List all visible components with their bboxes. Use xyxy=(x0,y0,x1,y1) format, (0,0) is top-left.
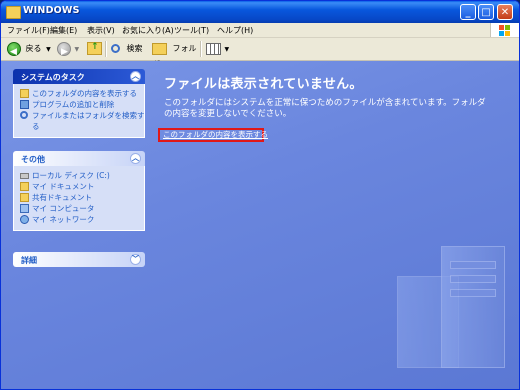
menu-view[interactable]: 表示(V) xyxy=(87,25,115,36)
views-dropdown-icon: ▼ xyxy=(224,46,230,53)
search-button[interactable]: 検索 xyxy=(111,41,149,57)
toolbar-separator xyxy=(200,41,202,57)
computer-tower-watermark-icon xyxy=(441,246,505,368)
search-icon xyxy=(111,44,120,53)
shared-documents-link[interactable]: 共有ドキュメント xyxy=(14,192,144,203)
toolbar-separator xyxy=(105,41,107,57)
my-network-link[interactable]: マイ ネットワーク xyxy=(14,214,144,225)
title-bar[interactable]: WINDOWS _ □ ✕ xyxy=(1,1,519,23)
back-dropdown-icon[interactable]: ▼ xyxy=(46,46,51,53)
up-folder-button[interactable]: ↑ xyxy=(87,41,103,57)
show-folder-contents-link[interactable]: このフォルダの内容を表示する xyxy=(14,88,144,99)
add-remove-programs-link[interactable]: プログラムの追加と削除 xyxy=(14,99,144,110)
place-label: マイ ネットワーク xyxy=(32,215,95,224)
my-documents-link[interactable]: マイ ドキュメント xyxy=(14,181,144,192)
folder-view-icon xyxy=(20,89,29,98)
place-label: マイ ドキュメント xyxy=(32,182,95,191)
task-label: る xyxy=(32,122,40,131)
views-button[interactable]: ▼ xyxy=(206,41,230,57)
place-label: ローカル ディスク (C:) xyxy=(32,171,110,180)
content-area: システムのタスク ︿ このフォルダの内容を表示する プログラムの追加と削除 ファ… xyxy=(1,61,519,389)
menu-edit[interactable]: 編集(E) xyxy=(50,25,77,36)
other-places-pane: その他 ︿ ローカル ディスク (C:) マイ ドキュメント 共有ドキュメント xyxy=(13,151,145,231)
back-label: 戻る xyxy=(25,44,42,53)
page-title: ファイルは表示されていません。 xyxy=(164,77,363,92)
show-folder-contents-main-link[interactable]: このフォルダの内容を表示する xyxy=(158,128,268,142)
task-label: ファイルまたはフォルダを検索す xyxy=(32,111,145,120)
warning-line-2: の内容を変更しないでください。 xyxy=(164,109,292,119)
menu-favorites[interactable]: お気に入り(A) xyxy=(122,25,174,36)
back-button[interactable]: ◀ 戻る ▼ xyxy=(7,41,53,57)
minimize-button[interactable]: _ xyxy=(460,4,476,20)
other-places-title: その他 xyxy=(21,155,45,164)
views-icon xyxy=(206,42,221,55)
collapse-chevron-icon[interactable]: ︿ xyxy=(130,71,141,82)
maximize-button[interactable]: □ xyxy=(478,4,494,20)
search-files-link[interactable]: ファイルまたはフォルダを検索す xyxy=(14,110,145,121)
expand-chevron-icon[interactable]: ﹀ xyxy=(130,254,141,265)
drive-icon xyxy=(20,173,29,179)
menu-help[interactable]: ヘルプ(H) xyxy=(217,25,253,36)
toolbar: ◀ 戻る ▼ ▶ ▼ ↑ 検索 フォルダ ▼ xyxy=(1,38,519,69)
menu-file[interactable]: ファイル(F) xyxy=(7,25,50,36)
place-label: マイ コンピュータ xyxy=(32,204,95,213)
folders-icon xyxy=(152,42,167,55)
system-tasks-body: このフォルダの内容を表示する プログラムの追加と削除 ファイルまたはフォルダを検… xyxy=(13,84,145,138)
forward-dropdown-icon[interactable]: ▼ xyxy=(75,46,80,53)
shared-folder-icon xyxy=(20,193,29,202)
details-header[interactable]: 詳細 ﹀ xyxy=(13,252,145,267)
computer-icon xyxy=(20,204,29,213)
programs-icon xyxy=(20,100,29,109)
folder-icon xyxy=(6,6,21,19)
search-label: 検索 xyxy=(126,44,143,53)
folders-button[interactable]: フォルダ xyxy=(152,41,198,69)
warning-message: このフォルダにはシステムを正常に保つためのファイルが含まれています。フォルダ の… xyxy=(164,98,514,120)
system-tasks-title: システムのタスク xyxy=(21,73,85,82)
forward-button[interactable]: ▶ ▼ xyxy=(57,41,83,57)
window-title: WINDOWS xyxy=(23,5,80,16)
system-tasks-pane: システムのタスク ︿ このフォルダの内容を表示する プログラムの追加と削除 ファ… xyxy=(13,69,145,138)
documents-folder-icon xyxy=(20,182,29,191)
collapse-chevron-icon[interactable]: ︿ xyxy=(130,153,141,164)
system-tasks-header[interactable]: システムのタスク ︿ xyxy=(13,69,145,84)
other-places-body: ローカル ディスク (C:) マイ ドキュメント 共有ドキュメント マイ コンピ… xyxy=(13,166,145,231)
back-arrow-icon: ◀ xyxy=(7,41,21,57)
search-icon xyxy=(20,111,28,119)
task-label: プログラムの追加と削除 xyxy=(32,100,115,109)
forward-arrow-icon: ▶ xyxy=(57,41,71,57)
search-files-link-continued[interactable]: る xyxy=(14,121,144,132)
close-button[interactable]: ✕ xyxy=(497,4,513,20)
details-title: 詳細 xyxy=(21,256,37,265)
other-places-header[interactable]: その他 ︿ xyxy=(13,151,145,166)
network-icon xyxy=(20,215,29,224)
menu-tools[interactable]: ツール(T) xyxy=(174,25,209,36)
place-label: 共有ドキュメント xyxy=(32,193,92,202)
windows-logo-icon xyxy=(490,23,519,37)
menu-bar: ファイル(F) 編集(E) 表示(V) お気に入り(A) ツール(T) ヘルプ(… xyxy=(1,23,519,38)
local-disk-link[interactable]: ローカル ディスク (C:) xyxy=(14,170,144,181)
explorer-window: WINDOWS _ □ ✕ ファイル(F) 編集(E) 表示(V) お気に入り(… xyxy=(0,0,520,390)
task-label: このフォルダの内容を表示する xyxy=(32,89,137,98)
up-folder-icon: ↑ xyxy=(87,42,102,55)
warning-line-1: このフォルダにはシステムを正常に保つためのファイルが含まれています。フォルダ xyxy=(164,98,486,108)
details-pane: 詳細 ﹀ xyxy=(13,252,145,267)
my-computer-link[interactable]: マイ コンピュータ xyxy=(14,203,144,214)
